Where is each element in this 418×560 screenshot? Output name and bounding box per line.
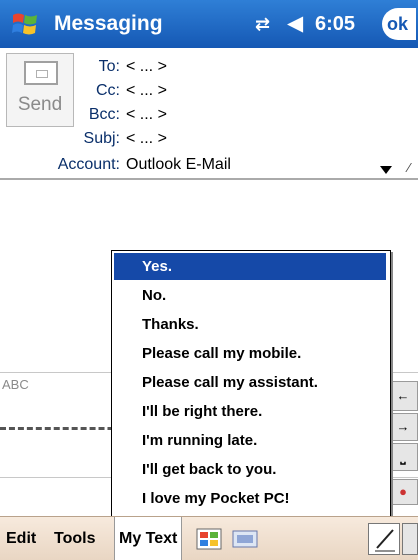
my-text-item[interactable]: Please call my mobile. [114, 340, 386, 367]
bcc-value[interactable]: < ... > [126, 106, 167, 123]
scroll-indicator-icon: ⁄ [408, 160, 411, 175]
space-key-icon[interactable]: ⎵ [388, 443, 418, 471]
message-header: Send To: < ... > Cc: < ... > Bcc: < ... > S… [0, 48, 418, 180]
my-text-item[interactable]: No. [114, 282, 386, 309]
menu-my-text[interactable]: My Text [114, 517, 183, 560]
clock[interactable]: 6:05 [315, 0, 355, 48]
my-text-item[interactable]: Please call my assistant. [114, 369, 386, 396]
my-text-item[interactable]: I love my Pocket PC! [114, 485, 386, 512]
my-text-popup-menu: Yes. No. Thanks. Please call my mobile. … [111, 250, 391, 520]
cc-field[interactable]: Cc: < ... > [80, 80, 167, 102]
subject-value[interactable]: < ... > [126, 130, 167, 147]
send-label: Send [17, 94, 63, 115]
bcc-field[interactable]: Bcc: < ... > [80, 104, 167, 126]
my-text-item[interactable]: I'll be right there. [114, 398, 386, 425]
subject-field[interactable]: Subj: < ... > [80, 128, 167, 150]
envelope-icon [24, 61, 58, 85]
account-value[interactable]: Outlook E-Mail [126, 156, 231, 173]
cc-value[interactable]: < ... > [126, 82, 167, 99]
send-button[interactable]: Send [6, 53, 74, 127]
account-field[interactable]: Account: Outlook E-Mail [48, 154, 231, 176]
input-mode-label: ABC [2, 377, 29, 392]
connectivity-icon[interactable]: ⇄ [255, 14, 270, 35]
menu-bar: Edit Tools My Text [0, 516, 418, 560]
account-dropdown-arrow-icon[interactable] [380, 166, 392, 174]
insert-picture-icon[interactable] [196, 527, 222, 551]
windows-start-icon[interactable] [10, 9, 40, 39]
input-method-arrow-icon[interactable] [402, 523, 418, 555]
title-bar: Messaging ⇄ ◀ 6:05 ok [0, 0, 418, 48]
to-label: To: [98, 58, 120, 75]
account-label: Account: [57, 156, 120, 173]
input-panel-pen-button[interactable] [368, 523, 400, 555]
volume-icon[interactable]: ◀ [287, 11, 303, 36]
to-value[interactable]: < ... > [126, 58, 167, 75]
backspace-key-icon[interactable]: ← [388, 381, 418, 411]
ok-button[interactable]: ok [382, 8, 416, 40]
insert-recording-icon[interactable] [232, 527, 258, 551]
my-text-item[interactable]: I'm running late. [114, 427, 386, 454]
menu-tools[interactable]: Tools [54, 517, 95, 560]
menu-edit[interactable]: Edit [6, 517, 36, 560]
subject-label: Subj: [83, 130, 120, 147]
to-field[interactable]: To: < ... > [80, 56, 167, 78]
my-text-item[interactable]: I'll get back to you. [114, 456, 386, 483]
my-text-item[interactable]: Thanks. [114, 311, 386, 338]
pen-icon [375, 529, 395, 552]
tab-key-icon[interactable]: → [388, 413, 418, 441]
stop-key-icon[interactable]: ● [388, 479, 418, 505]
app-title: Messaging [54, 12, 163, 35]
bcc-label: Bcc: [88, 106, 120, 123]
my-text-item[interactable]: Yes. [114, 253, 386, 280]
cc-label: Cc: [96, 82, 120, 99]
